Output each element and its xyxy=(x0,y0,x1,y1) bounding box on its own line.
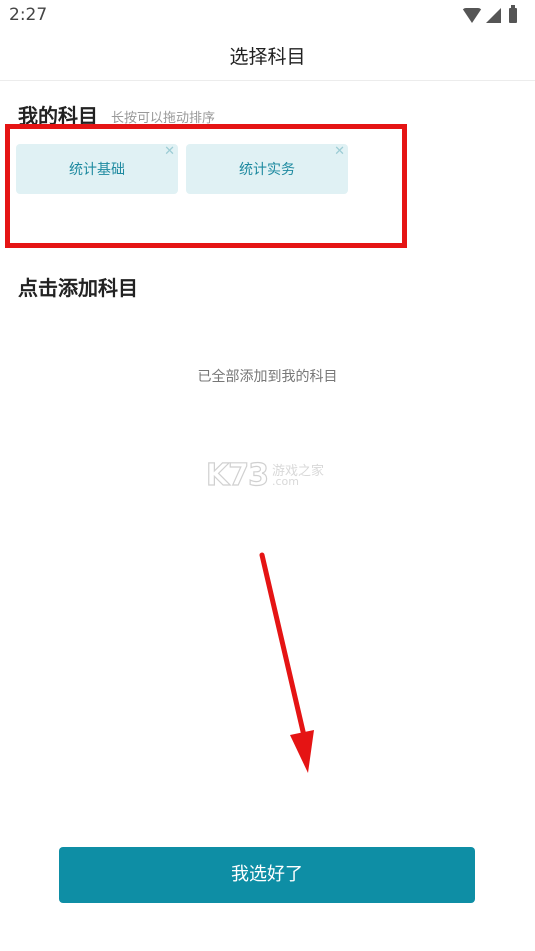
add-subjects-title: 点击添加科目 xyxy=(18,276,138,300)
annotation-arrow-icon xyxy=(259,552,314,773)
status-time: 2:27 xyxy=(9,5,48,25)
app-header: 选择科目 xyxy=(0,30,535,81)
watermark-logo: K73 游戏之家 .com xyxy=(205,457,336,493)
page-title: 选择科目 xyxy=(229,46,306,68)
highlight-box xyxy=(5,124,407,248)
battery-icon xyxy=(509,4,517,23)
confirm-button[interactable]: 我选好了 xyxy=(59,847,475,903)
watermark-logo-text: K73 xyxy=(205,457,269,493)
confirm-button-label: 我选好了 xyxy=(231,864,303,885)
wifi-icon xyxy=(462,7,482,23)
empty-message: 已全部添加到我的科目 xyxy=(197,369,338,385)
watermark-domain-text: .com xyxy=(272,475,299,488)
status-icons xyxy=(462,4,517,24)
signal-icon xyxy=(486,7,501,23)
status-bar: 2:27 xyxy=(0,0,535,30)
